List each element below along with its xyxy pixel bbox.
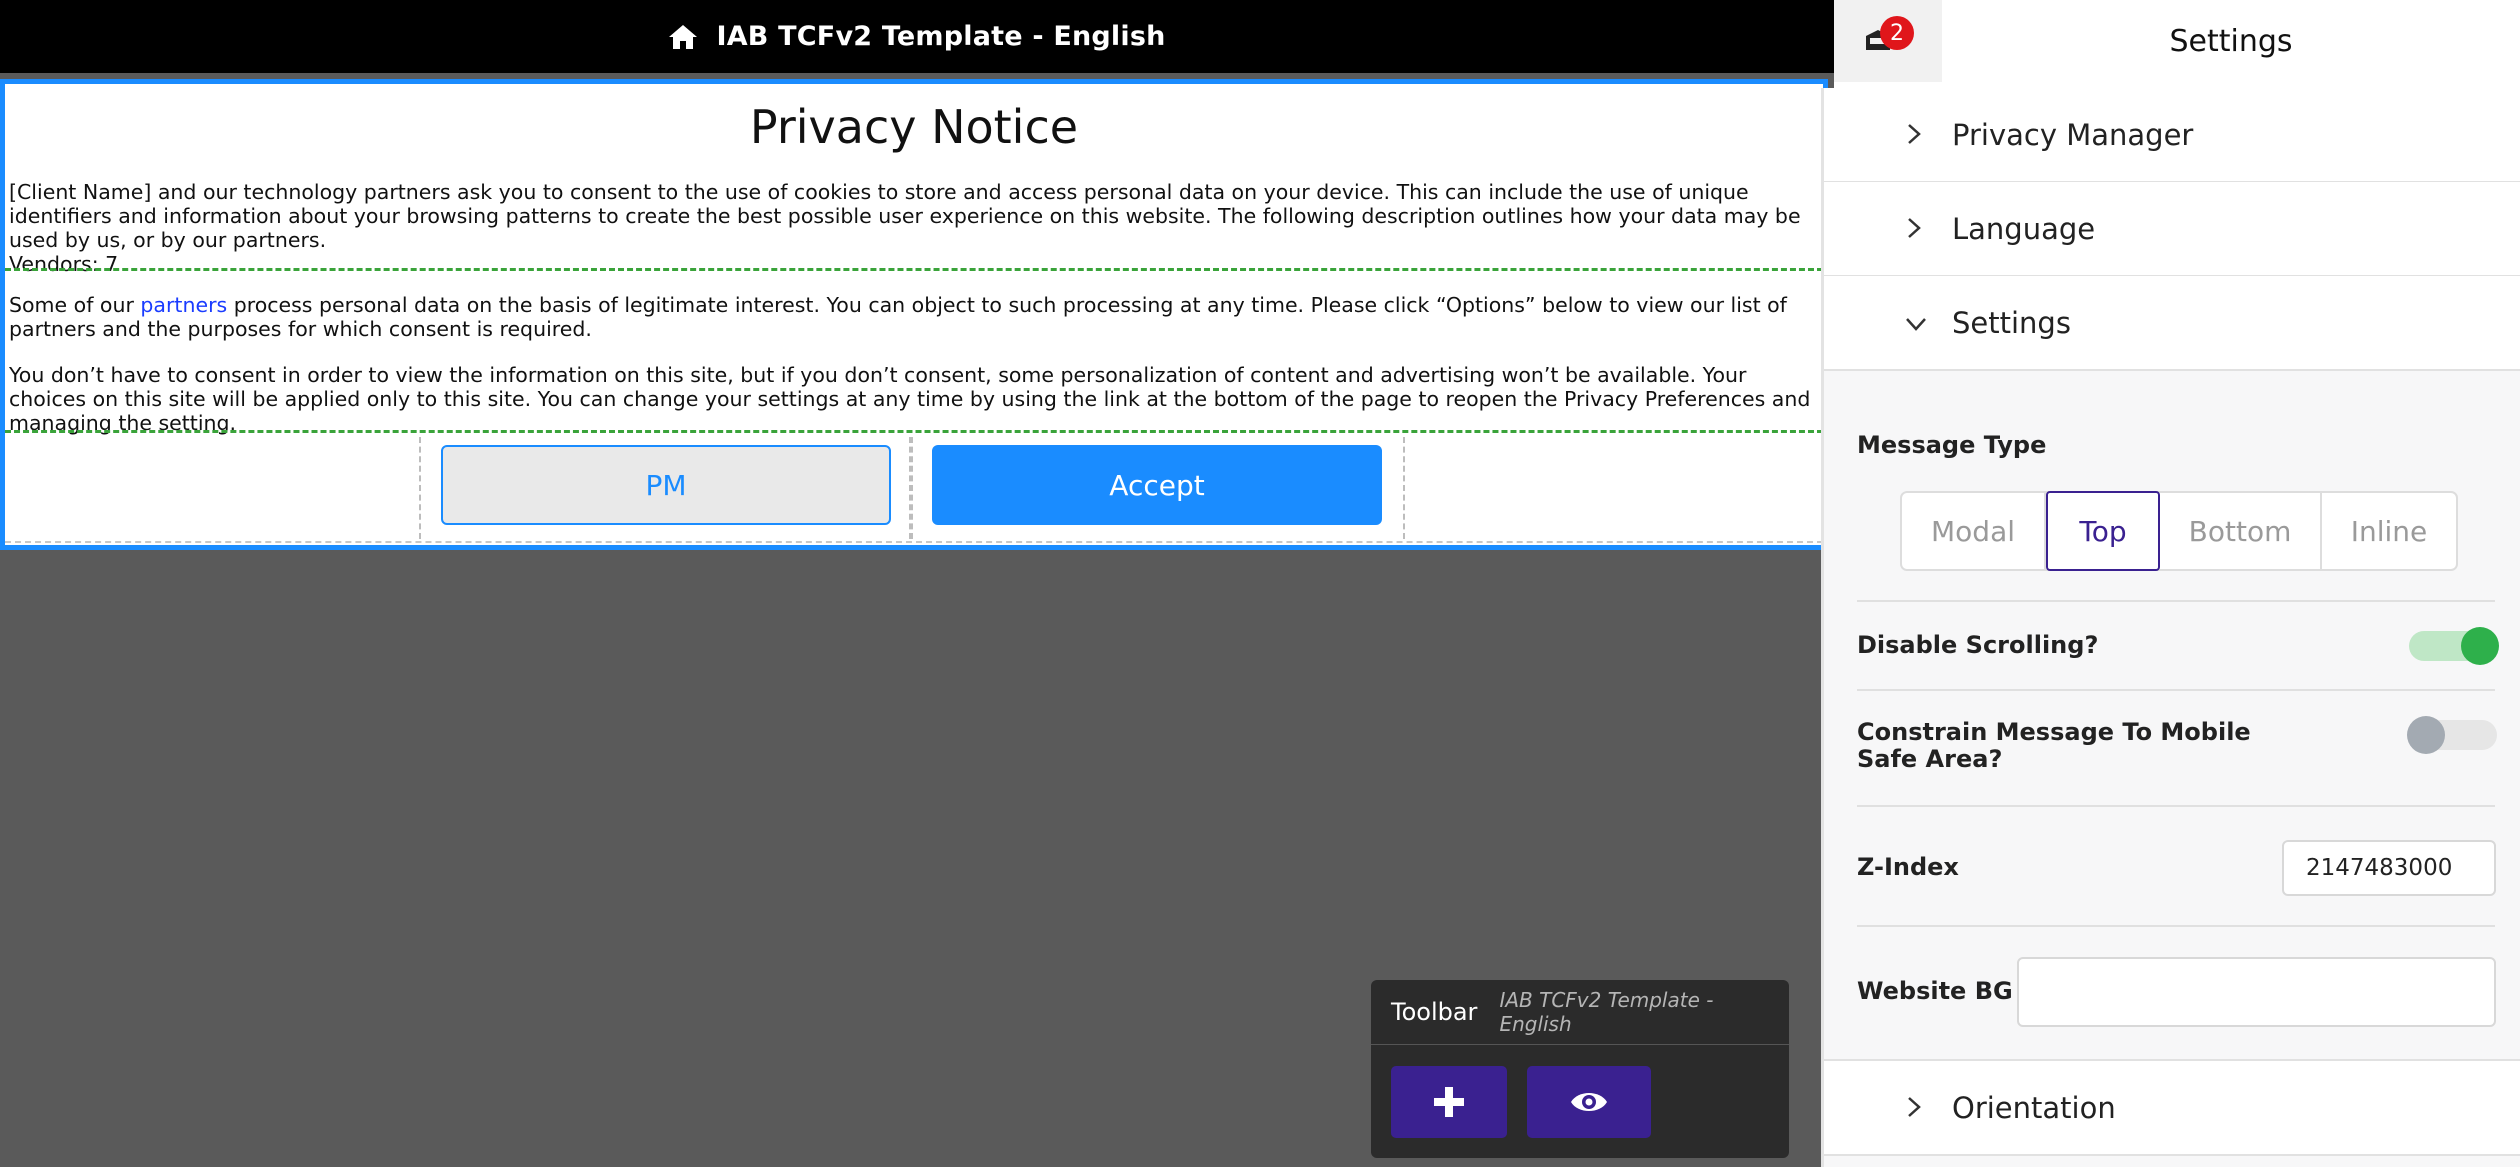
row-divider bbox=[1857, 805, 2495, 807]
message-title: Privacy Notice bbox=[749, 100, 1079, 154]
constrain-mobile-toggle[interactable] bbox=[2407, 716, 2497, 754]
text-segment: Some of our bbox=[9, 293, 141, 317]
pm-button[interactable]: PM bbox=[441, 445, 891, 525]
notifications-button[interactable]: 2 bbox=[1834, 0, 1942, 82]
settings-panel: Privacy Manager Language Settings Messag… bbox=[1821, 88, 2520, 1167]
add-element-button[interactable] bbox=[1391, 1066, 1507, 1138]
toolbar-subtitle: IAB TCFv2 Template - English bbox=[1499, 988, 1714, 1036]
option-top[interactable]: Top bbox=[2046, 491, 2160, 571]
disable-scrolling-toggle[interactable] bbox=[2409, 627, 2499, 665]
message-preview[interactable]: Privacy Notice [Client Name] and our tec… bbox=[0, 79, 1828, 550]
message-type-label: Message Type bbox=[1857, 431, 2047, 459]
button-row: PM Accept bbox=[5, 437, 1823, 543]
option-inline[interactable]: Inline bbox=[2322, 493, 2456, 569]
section-orientation[interactable]: Orientation bbox=[1824, 1059, 2520, 1156]
editor-title: IAB TCFv2 Template - English bbox=[716, 21, 1166, 52]
z-index-label: Z-Index bbox=[1857, 853, 1959, 881]
panel-header: 2 Settings bbox=[1834, 0, 2520, 89]
message-intro-text: [Client Name] and our technology partner… bbox=[9, 180, 1801, 252]
partners-link[interactable]: partners bbox=[140, 293, 227, 317]
chevron-right-icon bbox=[1908, 1097, 1921, 1117]
toolbar: Toolbar IAB TCFv2 Template - English bbox=[1371, 980, 1789, 1158]
preview-button[interactable] bbox=[1527, 1066, 1651, 1138]
toolbar-title: Toolbar bbox=[1391, 998, 1478, 1026]
home-icon[interactable] bbox=[668, 23, 698, 51]
chevron-right-icon bbox=[1908, 124, 1921, 144]
row-divider bbox=[1857, 600, 2495, 602]
plus-icon bbox=[1434, 1087, 1464, 1117]
section-label: Language bbox=[1952, 211, 2096, 246]
notification-badge: 2 bbox=[1880, 16, 1914, 50]
accept-button[interactable]: Accept bbox=[932, 445, 1382, 525]
message-type-selector: Modal Top Bottom Inline bbox=[1900, 491, 2458, 571]
editor-header: IAB TCFv2 Template - English bbox=[0, 0, 1834, 73]
legitimate-interest-text: Some of our partners process personal da… bbox=[9, 293, 1819, 341]
section-label: Settings bbox=[1952, 305, 2071, 340]
eye-icon bbox=[1571, 1093, 1607, 1111]
consent-info-text: You don’t have to consent in order to vi… bbox=[9, 363, 1811, 435]
option-modal[interactable]: Modal bbox=[1902, 493, 2046, 569]
block-divider bbox=[5, 268, 1823, 271]
text-segment: process personal data on the basis of le… bbox=[9, 293, 1787, 341]
chevron-down-icon bbox=[1906, 318, 1926, 331]
section-privacy-manager[interactable]: Privacy Manager bbox=[1824, 88, 2520, 183]
toolbar-header[interactable]: Toolbar IAB TCFv2 Template - English bbox=[1371, 980, 1789, 1045]
panel-title: Settings bbox=[2169, 23, 2293, 59]
message-intro-block[interactable]: [Client Name] and our technology partner… bbox=[5, 180, 1823, 276]
row-divider bbox=[1857, 689, 2495, 691]
z-index-input[interactable]: 2147483000 bbox=[2282, 840, 2496, 896]
section-language[interactable]: Language bbox=[1824, 182, 2520, 277]
option-bottom[interactable]: Bottom bbox=[2160, 493, 2322, 569]
disable-scrolling-label: Disable Scrolling? bbox=[1857, 631, 2099, 659]
constrain-mobile-label: Constrain Message To Mobile Safe Area? bbox=[1857, 718, 2251, 773]
toggle-knob bbox=[2461, 627, 2499, 665]
chevron-right-icon bbox=[1908, 218, 1921, 238]
section-settings[interactable]: Settings bbox=[1824, 276, 2520, 371]
website-bg-label: Website BG bbox=[1857, 977, 2013, 1005]
toggle-knob bbox=[2407, 716, 2445, 754]
row-divider bbox=[1857, 925, 2495, 927]
section-label: Orientation bbox=[1952, 1090, 2116, 1125]
website-bg-input[interactable] bbox=[2017, 957, 2496, 1027]
vendors-count: Vendors: 7 bbox=[9, 252, 119, 276]
section-label: Privacy Manager bbox=[1952, 117, 2194, 152]
block-divider bbox=[5, 430, 1823, 433]
